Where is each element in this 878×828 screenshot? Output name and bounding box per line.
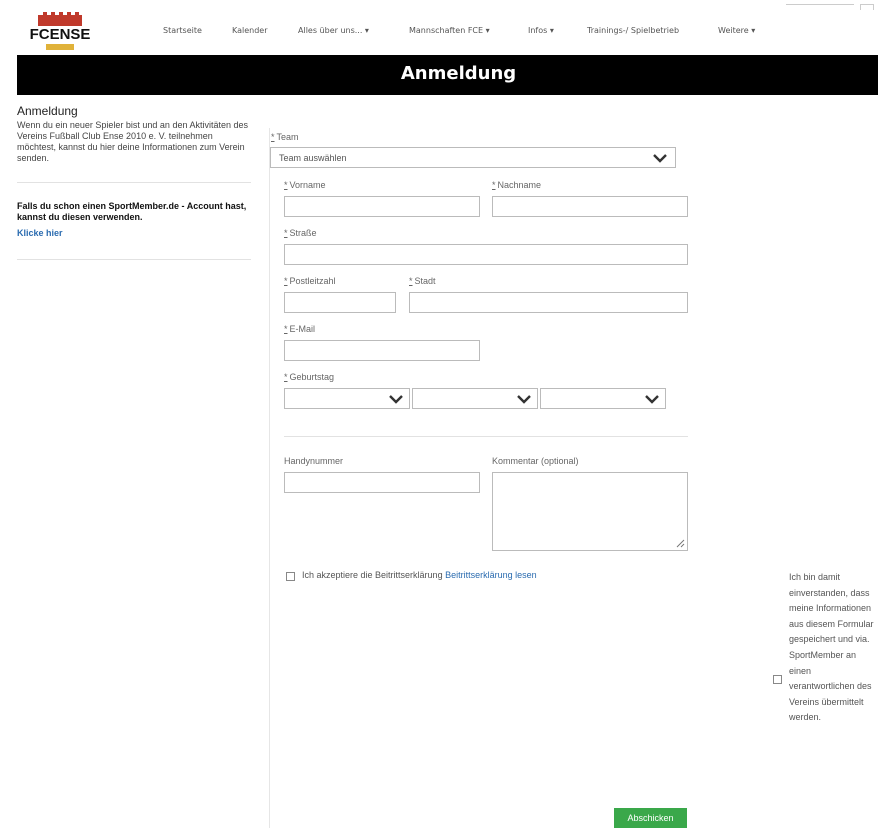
account-link[interactable]: Klicke hier	[17, 228, 63, 238]
chevron-down-icon	[389, 395, 403, 404]
firstname-input[interactable]	[284, 196, 480, 217]
birthday-day-select[interactable]	[284, 388, 410, 409]
firstname-label: * Vorname	[284, 180, 326, 190]
sidebar-divider	[17, 182, 251, 183]
birthday-label: * Geburtstag	[284, 372, 335, 382]
search-tab[interactable]	[860, 4, 874, 10]
city-input[interactable]	[409, 292, 688, 313]
mobile-label: Handynummer	[284, 456, 344, 466]
sidebar-title: Anmeldung	[17, 104, 78, 118]
logo-name: FCENSE	[29, 26, 91, 43]
lastname-input[interactable]	[492, 196, 688, 217]
club-logo[interactable]: FCENSE	[28, 12, 92, 56]
account-text: Falls du schon einen SportMember.de - Ac…	[17, 201, 247, 222]
team-select-value: Team auswählen	[279, 153, 347, 163]
city-label: * Stadt	[409, 276, 436, 286]
page-title: Anmeldung	[400, 63, 517, 84]
street-input[interactable]	[284, 244, 688, 265]
nav-trainings-spielbetrieb[interactable]: Trainings-/ Spielbetrieb	[587, 26, 679, 35]
top-navigation-bar: FCENSE Startseite Kalender Alles über un…	[0, 0, 878, 50]
terms-label: Ich akzeptiere die Beitrittserklärung	[302, 570, 443, 580]
submit-button[interactable]: Abschicken	[614, 808, 687, 828]
resize-handle-icon[interactable]	[675, 538, 685, 548]
team-label: * Team	[271, 132, 299, 142]
comment-textarea[interactable]	[492, 472, 688, 551]
comment-label: Kommentar (optional)	[492, 456, 579, 466]
lastname-label: * Nachname	[492, 180, 542, 190]
nav-kalender[interactable]: Kalender	[232, 26, 268, 35]
sidebar-divider-2	[17, 259, 251, 260]
terms-text: Ich akzeptiere die Beitrittserklärung Be…	[302, 570, 537, 580]
chevron-down-icon	[517, 395, 531, 404]
consent-checkbox[interactable]	[773, 675, 782, 684]
street-label: * Straße	[284, 228, 317, 238]
content-divider	[269, 128, 270, 828]
nav-alles-ueber-uns[interactable]: Alles über uns... ▾	[298, 26, 369, 35]
birthday-month-select[interactable]	[412, 388, 538, 409]
nav-weitere[interactable]: Weitere ▾	[718, 26, 755, 35]
sidebar: Anmeldung Wenn du ein neuer Spieler bist…	[17, 104, 251, 278]
nav-mannschaften[interactable]: Mannschaften FCE ▾	[409, 26, 490, 35]
logo-year-band	[46, 44, 74, 50]
birthday-year-select[interactable]	[540, 388, 666, 409]
zip-input[interactable]	[284, 292, 396, 313]
castle-logo-icon	[38, 12, 82, 26]
consent-text: Ich bin damit einverstanden, dass meine …	[789, 572, 874, 723]
sidebar-intro: Wenn du ein neuer Spieler bist und an de…	[17, 120, 248, 163]
nav-startseite[interactable]: Startseite	[163, 26, 202, 35]
terms-link[interactable]: Beitrittserklärung lesen	[445, 570, 537, 580]
email-input[interactable]	[284, 340, 480, 361]
terms-checkbox[interactable]	[286, 572, 295, 581]
email-label: * E-Mail	[284, 324, 316, 334]
zip-label: * Postleitzahl	[284, 276, 336, 286]
team-select[interactable]: Team auswählen	[270, 147, 676, 168]
form-divider	[284, 436, 688, 437]
chevron-down-icon	[645, 395, 659, 404]
mobile-input[interactable]	[284, 472, 480, 493]
chevron-down-icon	[653, 154, 667, 163]
page-banner: Anmeldung	[17, 55, 878, 95]
nav-infos[interactable]: Infos ▾	[528, 26, 554, 35]
search-field[interactable]	[786, 4, 854, 5]
